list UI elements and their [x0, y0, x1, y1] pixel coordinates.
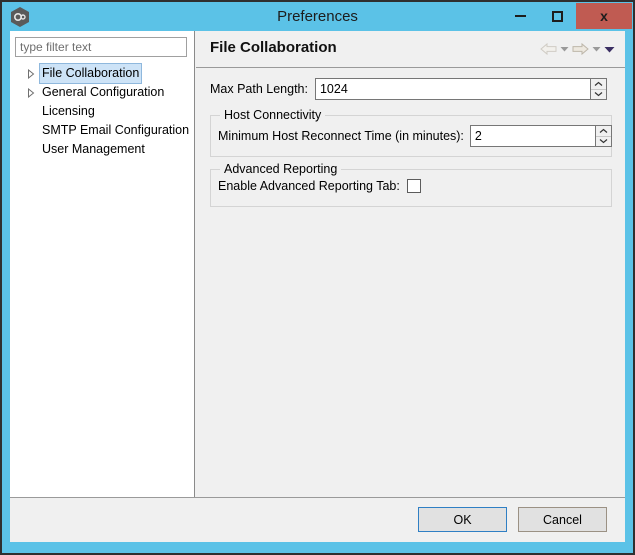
max-path-length-input[interactable]: [314, 78, 590, 100]
sidebar-item-general-configuration[interactable]: General Configuration: [10, 83, 195, 102]
min-host-reconnect-input[interactable]: [469, 125, 595, 147]
maximize-button[interactable]: [539, 3, 575, 29]
ok-button-label: OK: [453, 512, 472, 527]
sidebar-item-label: SMTP Email Configuration: [42, 123, 190, 137]
spin-down-icon[interactable]: [596, 137, 611, 147]
cancel-button-label: Cancel: [543, 512, 582, 527]
enable-advanced-reporting-row: Enable Advanced Reporting Tab:: [218, 179, 421, 193]
sidebar-item-user-management[interactable]: User Management: [10, 140, 195, 159]
ok-button[interactable]: OK: [418, 507, 507, 532]
back-arrow-icon[interactable]: [540, 42, 557, 56]
sidebar-item-file-collaboration[interactable]: File Collaboration: [10, 63, 195, 84]
preferences-tree-panel: File Collaboration General Configuration…: [10, 31, 195, 497]
max-path-length-label: Max Path Length:: [210, 82, 308, 96]
max-path-length-spinner[interactable]: [314, 78, 607, 100]
maximize-icon: [551, 10, 563, 22]
spin-up-icon[interactable]: [595, 126, 611, 137]
settings-panel: File Collaboration Max Path Length: 1024…: [196, 31, 625, 497]
sidebar-item-label: Licensing: [42, 104, 95, 118]
page-title: File Collaboration: [210, 39, 337, 56]
min-host-reconnect-row: Minimum Host Reconnect Time (in minutes)…: [218, 125, 612, 147]
title-bar[interactable]: Preferences x: [2, 2, 633, 31]
chevron-right-icon[interactable]: [26, 64, 36, 83]
min-host-reconnect-spinner[interactable]: [469, 125, 612, 147]
minimize-icon: [514, 15, 526, 17]
advanced-reporting-group-title: Advanced Reporting: [220, 162, 342, 176]
sidebar-item-label: User Management: [42, 142, 145, 156]
forward-menu-chevron-down-icon[interactable]: [592, 46, 601, 52]
navigation-toolbar: [540, 42, 615, 56]
enable-advanced-reporting-label: Enable Advanced Reporting Tab:: [218, 179, 400, 193]
cancel-button[interactable]: Cancel: [518, 507, 607, 532]
min-host-reconnect-spin-buttons[interactable]: [594, 125, 612, 147]
sidebar-item-label: General Configuration: [42, 85, 165, 99]
dialog-button-bar: OK Cancel: [10, 498, 625, 542]
max-path-length-spin-buttons[interactable]: [589, 78, 607, 100]
back-menu-chevron-down-icon[interactable]: [560, 46, 569, 52]
sidebar-item-label: File Collaboration: [39, 63, 143, 84]
close-icon: x: [600, 8, 608, 24]
header-separator: [196, 67, 625, 68]
more-menu-chevron-down-icon[interactable]: [604, 46, 615, 53]
minimize-button[interactable]: [502, 3, 538, 29]
enable-advanced-reporting-checkbox[interactable]: [406, 179, 421, 193]
dialog-content: File Collaboration General Configuration…: [10, 31, 625, 542]
max-path-length-row: Max Path Length:: [210, 78, 612, 100]
host-connectivity-group-title: Host Connectivity: [220, 108, 326, 122]
advanced-reporting-group: Advanced Reporting Enable Advanced Repor…: [210, 162, 612, 207]
chevron-right-icon[interactable]: [26, 83, 36, 102]
min-host-reconnect-label: Minimum Host Reconnect Time (in minutes)…: [218, 129, 464, 143]
close-button[interactable]: x: [576, 3, 632, 29]
sidebar-item-smtp-email-configuration[interactable]: SMTP Email Configuration: [10, 121, 195, 140]
forward-arrow-icon[interactable]: [572, 42, 589, 56]
preferences-tree: File Collaboration General Configuration…: [10, 63, 195, 159]
spin-up-icon[interactable]: [590, 79, 606, 90]
filter-input[interactable]: [15, 37, 187, 57]
sidebar-item-licensing[interactable]: Licensing: [10, 102, 195, 121]
preferences-dialog-window: Preferences x File Collaborati: [0, 0, 635, 555]
host-connectivity-group: Host Connectivity Minimum Host Reconnect…: [210, 108, 612, 157]
spin-down-icon[interactable]: [591, 90, 606, 100]
